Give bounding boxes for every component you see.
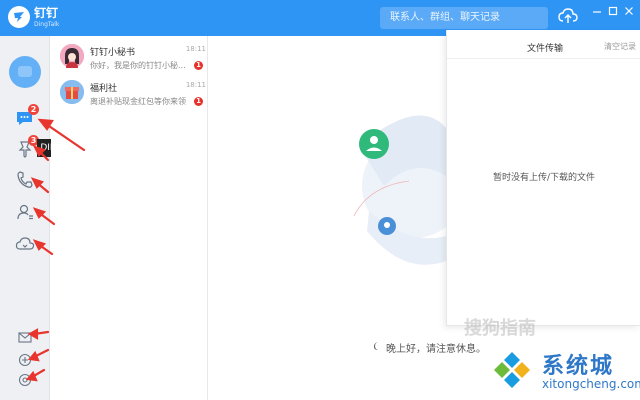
conversation-time: 18:11 bbox=[185, 45, 206, 53]
conversation-time: 18:11 bbox=[185, 81, 206, 89]
close-icon[interactable] bbox=[622, 4, 636, 18]
file-transfer-panel: 文件传输 清空记录 暂时没有上传/下载的文件 bbox=[446, 30, 640, 326]
conversation-preview: 离退补贴现金红包等你来领 bbox=[90, 97, 186, 106]
greeting-label: 晚上好，请注意休息。 bbox=[386, 344, 486, 355]
search-input[interactable]: 联系人、群组、聊天记录 bbox=[380, 7, 548, 29]
unread-badge: 1 bbox=[194, 61, 203, 70]
user-avatar[interactable] bbox=[9, 56, 41, 88]
watermark-text: 搜狗指南 bbox=[464, 318, 536, 339]
minimize-icon[interactable] bbox=[590, 4, 604, 18]
maximize-icon[interactable] bbox=[606, 4, 620, 18]
mail-icon[interactable] bbox=[15, 328, 35, 348]
panel-title: 文件传输 bbox=[527, 44, 564, 54]
empty-state-text: 暂时没有上传/下载的文件 bbox=[492, 173, 596, 183]
conversation-item[interactable]: 福利社 18:11 离退补贴现金红包等你来领 1 bbox=[51, 76, 208, 116]
conversation-item[interactable]: 钉钉小秘书 18:11 你好，我是你的钉钉小秘... 1 bbox=[51, 40, 208, 80]
phone-icon[interactable] bbox=[15, 170, 35, 190]
unread-badge: 1 bbox=[194, 97, 203, 106]
cloud-icon[interactable] bbox=[15, 234, 35, 254]
conversation-name: 钉钉小秘书 bbox=[90, 48, 136, 58]
conversation-preview: 你好，我是你的钉钉小秘... bbox=[90, 61, 186, 70]
greeting-text: 晚上好，请注意休息。 bbox=[370, 340, 486, 355]
app-name: 钉钉 bbox=[34, 6, 59, 20]
dingtalk-logo-icon bbox=[8, 6, 30, 28]
clear-records-button[interactable]: 清空记录 bbox=[604, 41, 636, 52]
site-name: 系统城 bbox=[542, 354, 615, 379]
site-url: xitongcheng.com bbox=[542, 377, 640, 391]
settings-icon[interactable] bbox=[15, 370, 35, 390]
site-logo-icon bbox=[490, 348, 534, 392]
conversation-name: 福利社 bbox=[90, 84, 118, 94]
add-circle-icon[interactable] bbox=[15, 350, 35, 370]
panel-divider bbox=[447, 58, 640, 59]
conversation-list: 钉钉小秘书 18:11 你好，我是你的钉钉小秘... 1 福利社 18:11 离… bbox=[51, 36, 208, 400]
assistant-avatar bbox=[60, 44, 84, 68]
app-subtitle: DingTalk bbox=[34, 21, 60, 28]
cloud-upload-icon[interactable] bbox=[557, 5, 579, 27]
message-badge: 2 bbox=[28, 104, 39, 115]
gift-avatar bbox=[60, 80, 84, 104]
contacts-icon[interactable] bbox=[15, 202, 35, 222]
